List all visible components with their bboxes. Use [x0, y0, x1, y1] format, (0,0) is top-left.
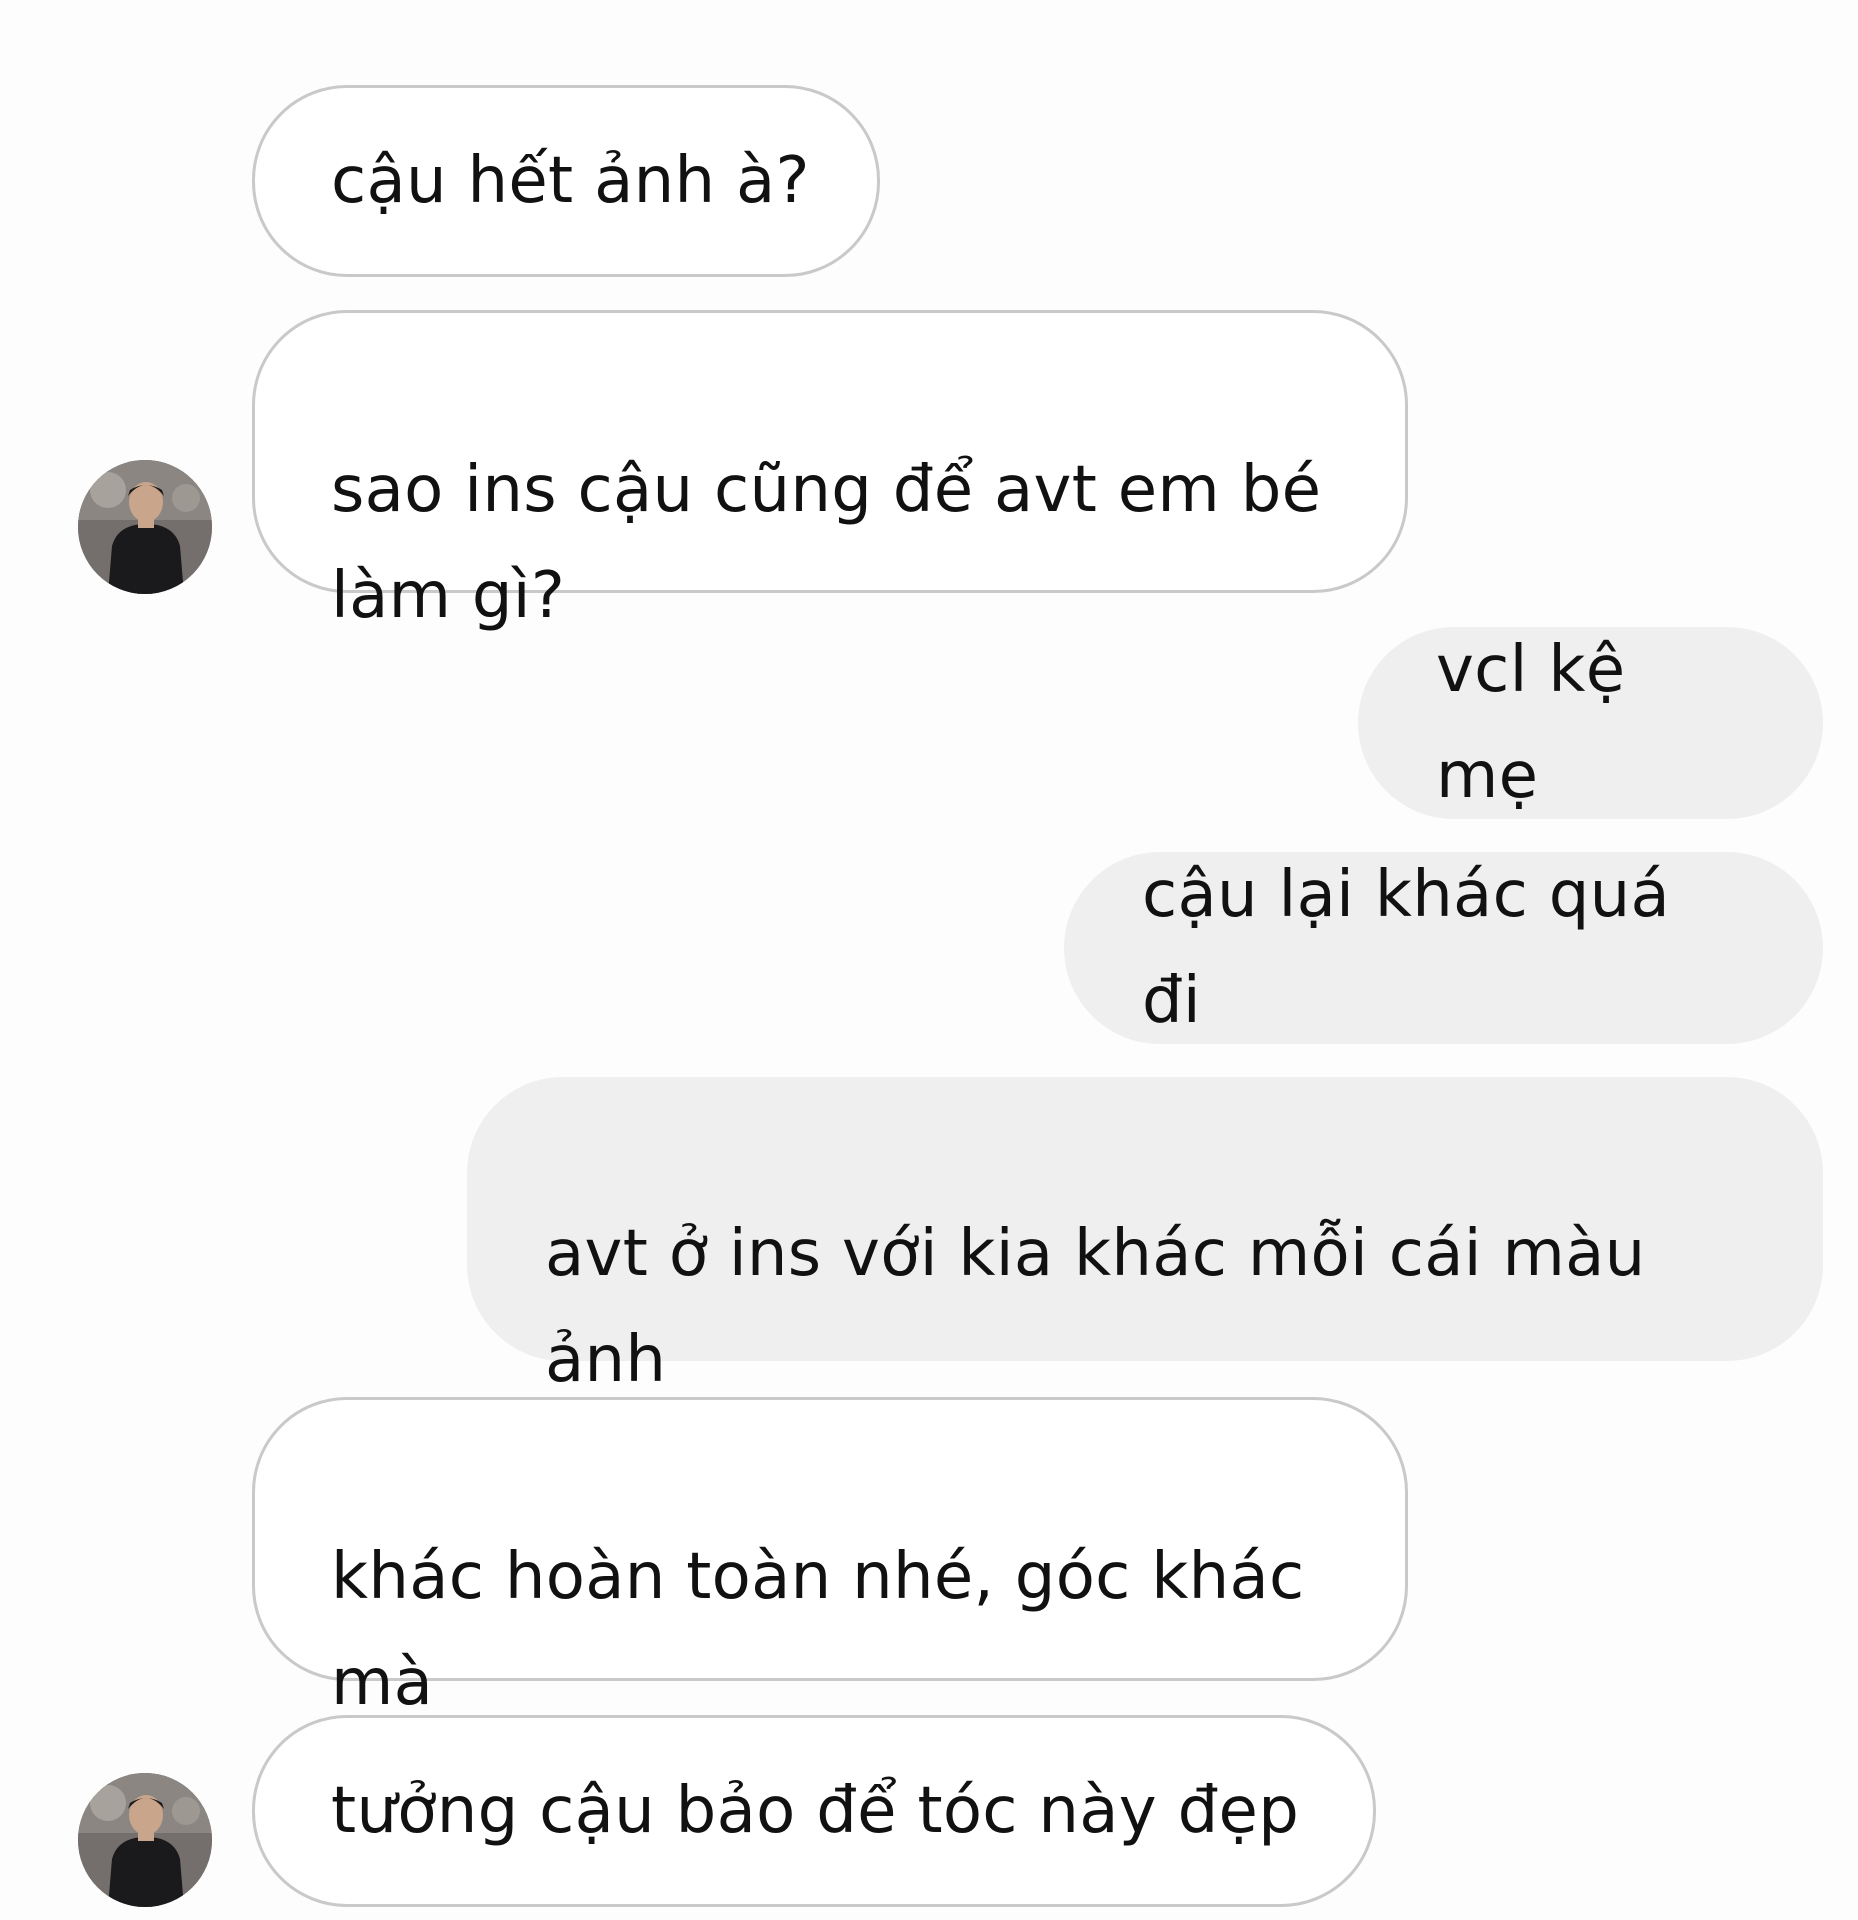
incoming-message-bubble[interactable]: khác hoàn toàn nhé, góc khác mà — [252, 1397, 1408, 1720]
outgoing-message-bubble[interactable]: cậu lại khác quá đi — [1064, 852, 1823, 1044]
message-text: cậu hết ảnh à? — [331, 144, 810, 218]
message-text: sao ins cậu cũng để avt em bé làm gì? — [331, 453, 1322, 633]
message-text: cậu lại khác quá đi — [1142, 858, 1671, 1038]
message-text: khác hoàn toàn nhé, góc khác mà — [331, 1540, 1305, 1720]
message-text: avt ở ins với kia khác mỗi cái màu ảnh — [545, 1217, 1646, 1397]
incoming-message-bubble[interactable]: tưởng cậu bảo để tóc này đẹp — [252, 1715, 1376, 1907]
incoming-message-bubble[interactable]: sao ins cậu cũng để avt em bé làm gì? — [252, 310, 1408, 633]
profile-photo-avatar-icon — [78, 1773, 212, 1907]
incoming-message-bubble[interactable]: cậu hết ảnh à? — [252, 85, 880, 277]
sender-avatar[interactable] — [78, 460, 212, 594]
message-text: tưởng cậu bảo để tóc này đẹp — [331, 1774, 1300, 1848]
sender-avatar[interactable] — [78, 1773, 212, 1907]
profile-photo-avatar-icon — [78, 460, 212, 594]
message-thread: cậu hết ảnh à? sao ins cậu cũng để avt e… — [0, 0, 1858, 1920]
outgoing-message-bubble[interactable]: vcl kệ mẹ — [1358, 627, 1823, 819]
message-text: vcl kệ mẹ — [1436, 633, 1626, 813]
outgoing-message-bubble[interactable]: avt ở ins với kia khác mỗi cái màu ảnh — [467, 1077, 1823, 1397]
